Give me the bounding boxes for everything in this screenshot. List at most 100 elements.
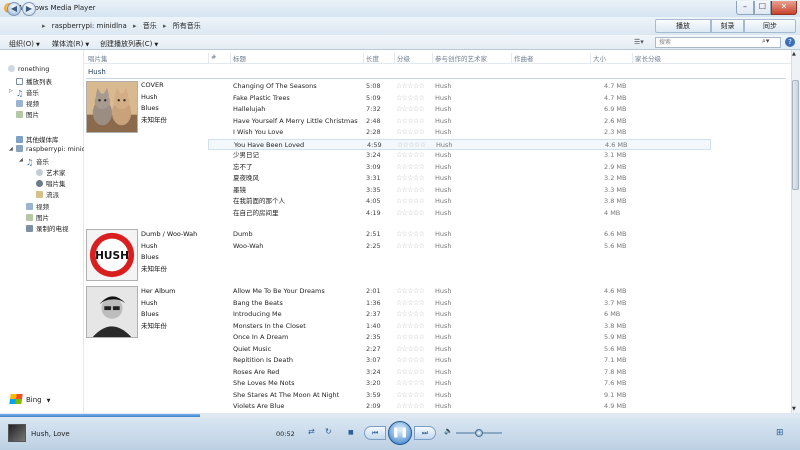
rating-stars-icon[interactable]: ☆☆☆☆☆ — [396, 344, 425, 356]
sidebar-item-playlists[interactable]: 播放列表 — [16, 76, 52, 86]
collapse-arrow-icon[interactable]: ◢ — [9, 146, 13, 152]
repeat-icon[interactable]: ↻ — [325, 427, 332, 436]
switch-to-now-playing-icon[interactable]: ⊞ — [776, 428, 784, 438]
stop-icon[interactable]: ■ — [348, 429, 354, 436]
album-art-her-album[interactable] — [86, 286, 138, 338]
album-year[interactable]: 未知年份 — [141, 321, 175, 333]
album-art-dumb-woo-wah[interactable]: HUSH — [86, 229, 138, 281]
column-parental-rating[interactable]: 家长分级 — [632, 53, 661, 63]
now-playing-art[interactable] — [8, 424, 26, 442]
rating-stars-icon[interactable]: ☆☆☆☆☆ — [396, 229, 425, 241]
sidebar-item-videos[interactable]: 视频 — [16, 98, 39, 108]
sidebar-item-other-libraries[interactable]: 其他媒体库 — [16, 134, 59, 144]
rating-stars-icon[interactable]: ☆☆☆☆☆ — [396, 127, 425, 139]
expand-arrow-icon[interactable]: ▷ — [9, 88, 13, 94]
rating-stars-icon[interactable]: ☆☆☆☆☆ — [396, 298, 425, 310]
track-row[interactable]: Quiet Music 2:27 ☆☆☆☆☆ Hush 5.6 MB — [208, 344, 711, 356]
track-row[interactable]: 在我前面的那个人 4:05 ☆☆☆☆☆ Hush 3.8 MB — [208, 196, 711, 208]
search-icon[interactable]: ⌕▾ — [762, 37, 769, 46]
sidebar-item-genres[interactable]: 流派 — [36, 189, 59, 199]
track-row[interactable]: 忘不了 3:09 ☆☆☆☆☆ Hush 2.9 MB — [208, 162, 711, 174]
sidebar-item-recorded-tv[interactable]: 录制的电视 — [26, 223, 69, 233]
rating-stars-icon[interactable]: ☆☆☆☆☆ — [396, 104, 425, 116]
create-playlist-menu[interactable]: 创建播放列表(C) ▼ — [100, 39, 158, 49]
collapse-arrow-icon[interactable]: ◢ — [19, 157, 23, 163]
track-row[interactable]: 夏夜晚风 3:31 ☆☆☆☆☆ Hush 3.2 MB — [208, 173, 711, 185]
rating-stars-icon[interactable]: ☆☆☆☆☆ — [396, 208, 425, 220]
tab-burn[interactable]: 刻录 — [711, 19, 744, 33]
track-row[interactable]: Woo-Wah 2:25 ☆☆☆☆☆ Hush 5.6 MB — [208, 241, 711, 253]
track-row[interactable]: Introducing Me 2:37 ☆☆☆☆☆ Hush 6 MB — [208, 309, 711, 321]
sidebar-item-music[interactable]: ♫ 音乐 — [16, 87, 39, 98]
scroll-up-icon[interactable]: ▲ — [792, 51, 796, 57]
column-title[interactable]: 标题 — [230, 53, 246, 63]
volume-slider-thumb[interactable] — [475, 429, 483, 437]
rating-stars-icon[interactable]: ☆☆☆☆☆ — [396, 367, 425, 379]
rating-stars-icon[interactable]: ☆☆☆☆☆ — [396, 150, 425, 162]
rating-stars-icon[interactable]: ☆☆☆☆☆ — [396, 332, 425, 344]
rating-stars-icon[interactable]: ☆☆☆☆☆ — [396, 93, 425, 105]
close-button[interactable]: ✕ — [771, 1, 797, 15]
sidebar-item-artists[interactable]: 艺术家 — [36, 167, 66, 177]
rating-stars-icon[interactable]: ☆☆☆☆☆ — [396, 309, 425, 321]
track-row[interactable]: Roses Are Red 3:24 ☆☆☆☆☆ Hush 7.8 MB — [208, 367, 711, 379]
sidebar-item-albums[interactable]: 唱片集 — [36, 178, 66, 188]
organize-menu[interactable]: 组织(O) ▼ — [9, 39, 40, 49]
track-row[interactable]: She Stares At The Moon At Night 3:59 ☆☆☆☆☆… — [208, 390, 711, 402]
shuffle-icon[interactable]: ⇄ — [308, 427, 315, 436]
track-row[interactable]: Once In A Dream 2:35 ☆☆☆☆☆ Hush 5.9 MB — [208, 332, 711, 344]
breadcrumb-item-library[interactable]: raspberrypi: minidlna — [52, 22, 127, 30]
track-row[interactable]: Fake Plastic Trees 5:09 ☆☆☆☆☆ Hush 4.7 MB — [208, 93, 711, 105]
sidebar-item-pictures[interactable]: 图片 — [16, 109, 39, 119]
breadcrumb-item-all-music[interactable]: 所有音乐 — [173, 22, 201, 30]
track-row[interactable]: 在自己的房间里 4:19 ☆☆☆☆☆ Hush 4 MB — [208, 208, 711, 220]
album-year[interactable]: 未知年份 — [141, 264, 197, 276]
album-year[interactable]: 未知年份 — [141, 115, 167, 127]
column-number[interactable]: # — [208, 53, 216, 63]
album-art-cover[interactable] — [86, 81, 138, 133]
view-options-icon[interactable]: ☰▾ — [634, 38, 648, 46]
track-row[interactable]: 墨镜 3:35 ☆☆☆☆☆ Hush 3.3 MB — [208, 185, 711, 197]
stream-menu[interactable]: 媒体流(R) ▼ — [52, 39, 89, 49]
column-rating[interactable]: 分级 — [394, 53, 410, 63]
rating-stars-icon[interactable]: ☆☆☆☆☆ — [396, 185, 425, 197]
next-button[interactable]: ⏭ — [414, 426, 436, 440]
rating-stars-icon[interactable]: ☆☆☆☆☆ — [396, 378, 425, 390]
tab-play[interactable]: 播放 — [655, 19, 711, 33]
tab-sync[interactable]: 同步 — [744, 19, 796, 33]
track-row[interactable]: Repitition Is Death 3:07 ☆☆☆☆☆ Hush 7.1 MB — [208, 355, 711, 367]
breadcrumb-item-music[interactable]: 音乐 — [143, 22, 157, 30]
rating-stars-icon[interactable]: ☆☆☆☆☆ — [396, 355, 425, 367]
track-row[interactable]: Hallelujah 7:32 ☆☆☆☆☆ Hush 6.9 MB — [208, 104, 711, 116]
rating-stars-icon[interactable]: ☆☆☆☆☆ — [396, 162, 425, 174]
rating-stars-icon[interactable]: ☆☆☆☆☆ — [396, 241, 425, 253]
track-row[interactable]: Violets Are Blue 2:09 ☆☆☆☆☆ Hush 4.9 MB — [208, 401, 711, 413]
minimize-button[interactable]: – — [736, 1, 754, 15]
scrollbar-thumb[interactable] — [792, 80, 799, 190]
album-genre[interactable]: Blues — [141, 309, 175, 321]
sidebar-item-remote-library[interactable]: raspberrypi: minid — [16, 145, 86, 153]
album-title[interactable]: Her Album — [141, 286, 175, 298]
sidebar-item-lib-pictures[interactable]: 图片 — [26, 212, 49, 222]
track-row[interactable]: She Loves Me Nots 3:20 ☆☆☆☆☆ Hush 7.6 MB — [208, 378, 711, 390]
album-title[interactable]: Dumb / Woo-Wah — [141, 229, 197, 241]
column-composer[interactable]: 作曲者 — [511, 53, 534, 63]
back-button[interactable]: ◀ — [7, 2, 21, 16]
rating-stars-icon[interactable]: ☆☆☆☆☆ — [396, 81, 425, 93]
maximize-button[interactable]: ☐ — [754, 1, 771, 15]
sidebar-item-lib-videos[interactable]: 视频 — [26, 201, 49, 211]
track-row[interactable]: Monsters In the Closet 1:40 ☆☆☆☆☆ Hush 3.8 M… — [208, 321, 711, 333]
forward-button[interactable]: ▶ — [22, 2, 36, 16]
album-artist[interactable]: Hush — [141, 92, 167, 104]
track-row[interactable]: Changing Of The Seasons 5:08 ☆☆☆☆☆ Hush 4.7 … — [208, 81, 711, 93]
album-title[interactable]: COVER — [141, 80, 167, 92]
column-contributing-artist[interactable]: 参与创作的艺术家 — [432, 53, 487, 63]
rating-stars-icon[interactable]: ☆☆☆☆☆ — [396, 401, 425, 413]
pause-button[interactable]: ❚❚ — [388, 421, 412, 445]
rating-stars-icon[interactable]: ☆☆☆☆☆ — [396, 173, 425, 185]
album-artist[interactable]: Hush — [141, 298, 175, 310]
track-row[interactable]: Bang the Beats 1:36 ☆☆☆☆☆ Hush 3.7 MB — [208, 298, 711, 310]
bing-search-button[interactable]: Bing ▼ — [9, 394, 51, 404]
track-row[interactable]: Have Yourself A Merry Little Christmas 2:… — [208, 116, 711, 128]
help-icon[interactable]: ? — [785, 37, 795, 47]
